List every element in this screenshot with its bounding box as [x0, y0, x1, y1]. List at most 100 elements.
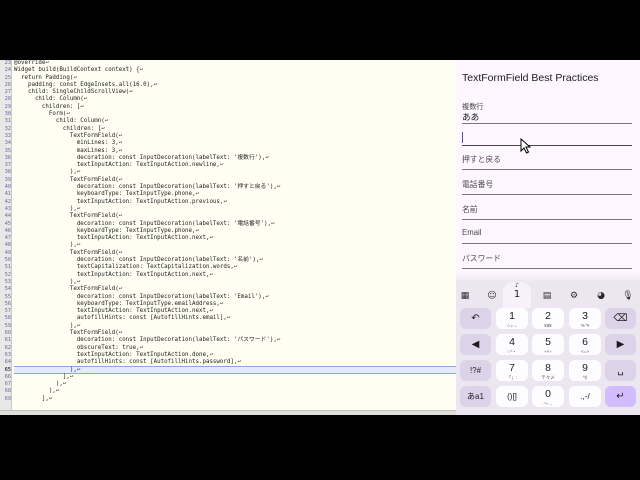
code-text: decoration: const InputDecoration(labelT…: [14, 293, 269, 300]
code-text: ),↩: [14, 381, 67, 388]
code-line[interactable]: 47 textInputAction: TextInputAction.next…: [5, 235, 456, 242]
code-line[interactable]: 64 autofillHints: const [AutofillHints.p…: [5, 359, 456, 366]
code-editor[interactable]: 23 @override↩ 24 Widget build(BuildContext …: [0, 60, 456, 415]
line-number: 35: [4, 147, 11, 154]
code-line[interactable]: 30 Form(↩: [5, 111, 456, 118]
code-text: textCapitalization: TextCapitalization.w…: [14, 264, 238, 271]
key-2[interactable]: 2 ¥$€: [532, 308, 564, 329]
key-3[interactable]: 3 %°#: [569, 308, 601, 329]
field-name[interactable]: 名前: [462, 198, 632, 220]
code-line[interactable]: 52 textInputAction: TextInputAction.next…: [5, 272, 456, 279]
field-multiline[interactable]: 複数行 ああ: [462, 100, 632, 124]
field-email[interactable]: Email: [462, 222, 632, 244]
code-line[interactable]: 41 keyboardType: TextInputType.phone,↩: [5, 191, 456, 198]
field-password[interactable]: パスワード: [462, 247, 632, 269]
code-line[interactable]: 44 TextFormField(↩: [5, 213, 456, 220]
code-line[interactable]: 61 decoration: const InputDecoration(lab…: [5, 337, 456, 344]
code-line[interactable]: 54 TextFormField(↩: [5, 286, 456, 293]
key-punct[interactable]: .,-/: [569, 386, 601, 407]
code-text: minLines: 3,↩: [14, 140, 123, 147]
code-line[interactable]: 63 textInputAction: TextInputAction.done…: [5, 352, 456, 359]
key-symbols[interactable]: !?#: [460, 360, 491, 381]
settings-icon[interactable]: ⚙: [568, 290, 580, 302]
code-line[interactable]: 36 decoration: const InputDecoration(lab…: [5, 155, 456, 162]
code-line[interactable]: 51 textCapitalization: TextCapitalizatio…: [5, 264, 456, 271]
code-line[interactable]: 69 ],↩: [5, 396, 456, 403]
key-enter[interactable]: ↵: [605, 386, 636, 407]
palette-icon[interactable]: ◕: [595, 290, 607, 302]
code-text: padding: const EdgeInsets.all(16.0),↩: [14, 81, 158, 88]
code-line[interactable]: 67 ),↩: [5, 381, 456, 388]
code-line[interactable]: 57 textInputAction: TextInputAction.next…: [5, 308, 456, 315]
code-line[interactable]: 32 children: [↩: [5, 125, 456, 133]
key-undo[interactable]: ↶: [460, 308, 491, 329]
code-line[interactable]: 28 child: Column(↩: [5, 96, 456, 103]
grid-icon[interactable]: ▦: [459, 290, 471, 302]
field-back[interactable]: 押すと戻る: [462, 148, 632, 170]
code-line[interactable]: 46 keyboardType: TextInputType.phone,↩: [5, 228, 456, 235]
code-line[interactable]: 37 textInputAction: TextInputAction.newl…: [5, 162, 456, 169]
line-number: 67: [4, 381, 11, 388]
key-8[interactable]: 8 〒々〆: [532, 360, 564, 381]
code-line[interactable]: 39 TextFormField(↩: [5, 177, 456, 184]
code-text: TextFormField(↩: [14, 329, 123, 336]
field-phone[interactable]: 電話番号: [462, 173, 632, 195]
code-text: obscureText: true,↩: [14, 344, 144, 351]
clipboard-icon[interactable]: ▤: [541, 290, 553, 302]
key-7[interactable]: 7 「」:: [496, 360, 528, 381]
code-line[interactable]: 27 child: SingleChildScrollView(↩: [5, 89, 456, 96]
key-label: あa1: [467, 392, 484, 401]
key-brackets[interactable]: ()[]: [496, 386, 528, 407]
code-line[interactable]: 24 Widget build(BuildContext context) {↩: [5, 67, 456, 74]
code-line[interactable]: 48 ),↩: [5, 242, 456, 249]
code-line[interactable]: 31 child: Column(↩: [5, 118, 456, 125]
code-line[interactable]: 62 obscureText: true,↩: [5, 344, 456, 352]
code-line[interactable]: 26 padding: const EdgeInsets.all(16.0),↩: [5, 81, 456, 89]
code-line[interactable]: 68 ),↩: [5, 388, 456, 395]
field-value: ああ: [462, 112, 480, 122]
key-5[interactable]: 5 +×÷: [532, 334, 564, 355]
line-number: 38: [4, 169, 11, 176]
key-right[interactable]: ▶: [605, 334, 636, 355]
code-line[interactable]: 50 decoration: const InputDecoration(lab…: [5, 257, 456, 264]
code-text: children: [↩: [14, 125, 105, 132]
mic-icon[interactable]: 🎙: [622, 290, 634, 302]
code-line[interactable]: 55 decoration: const InputDecoration(lab…: [5, 293, 456, 301]
key-backspace[interactable]: ⌫: [605, 308, 636, 329]
code-line[interactable]: 33 TextFormField(↩: [5, 133, 456, 140]
code-text: children: [↩: [14, 103, 84, 110]
line-number: 50: [4, 257, 11, 264]
code-line[interactable]: 58 autofillHints: const [AutofillHints.e…: [5, 315, 456, 322]
code-line[interactable]: 38 ),↩: [5, 169, 456, 176]
code-line[interactable]: 56 keyboardType: TextInputType.emailAddr…: [5, 301, 456, 308]
code-line[interactable]: 23 @override↩: [5, 60, 456, 67]
key-mode[interactable]: あa1: [460, 386, 491, 407]
code-line[interactable]: 25 return Padding(↩: [5, 75, 456, 82]
code-line[interactable]: 29 children: [↩: [5, 103, 456, 111]
key-sublabel: <=>: [580, 349, 590, 354]
line-number: 44: [4, 213, 11, 220]
code-line[interactable]: 66 ],↩: [5, 374, 456, 381]
code-line[interactable]: 45 decoration: const InputDecoration(lab…: [5, 221, 456, 228]
key-4[interactable]: 4 ○*・: [496, 334, 528, 355]
key-6[interactable]: 6 <=>: [569, 334, 601, 355]
code-area[interactable]: 23 @override↩ 24 Widget build(BuildContext …: [5, 60, 456, 403]
key-left[interactable]: ◀: [460, 334, 491, 355]
code-line[interactable]: 42 textInputAction: TextInputAction.prev…: [5, 199, 456, 206]
sticker-icon[interactable]: ☺: [486, 290, 498, 302]
code-line[interactable]: 35 maxLines: 3,↩: [5, 148, 456, 155]
code-line[interactable]: 43 ),↩: [5, 206, 456, 213]
code-line[interactable]: 40 decoration: const InputDecoration(lab…: [5, 184, 456, 191]
key-1[interactable]: 1 ☆♪→: [496, 308, 528, 329]
key-space[interactable]: ␣: [605, 360, 636, 381]
line-number: 27: [4, 89, 11, 96]
code-line[interactable]: 65 ),↩: [5, 366, 456, 374]
code-line[interactable]: 53 ),↩: [5, 279, 456, 286]
key-0[interactable]: 0 〜…: [532, 386, 564, 407]
field-focused-empty[interactable]: [462, 126, 632, 146]
code-line[interactable]: 49 TextFormField(↩: [5, 250, 456, 257]
code-line[interactable]: 59 ),↩: [5, 323, 456, 330]
code-text: keyboardType: TextInputType.phone,↩: [14, 191, 199, 198]
key-9[interactable]: 9 ^|\: [569, 360, 601, 381]
code-line[interactable]: 34 minLines: 3,↩: [5, 140, 456, 147]
